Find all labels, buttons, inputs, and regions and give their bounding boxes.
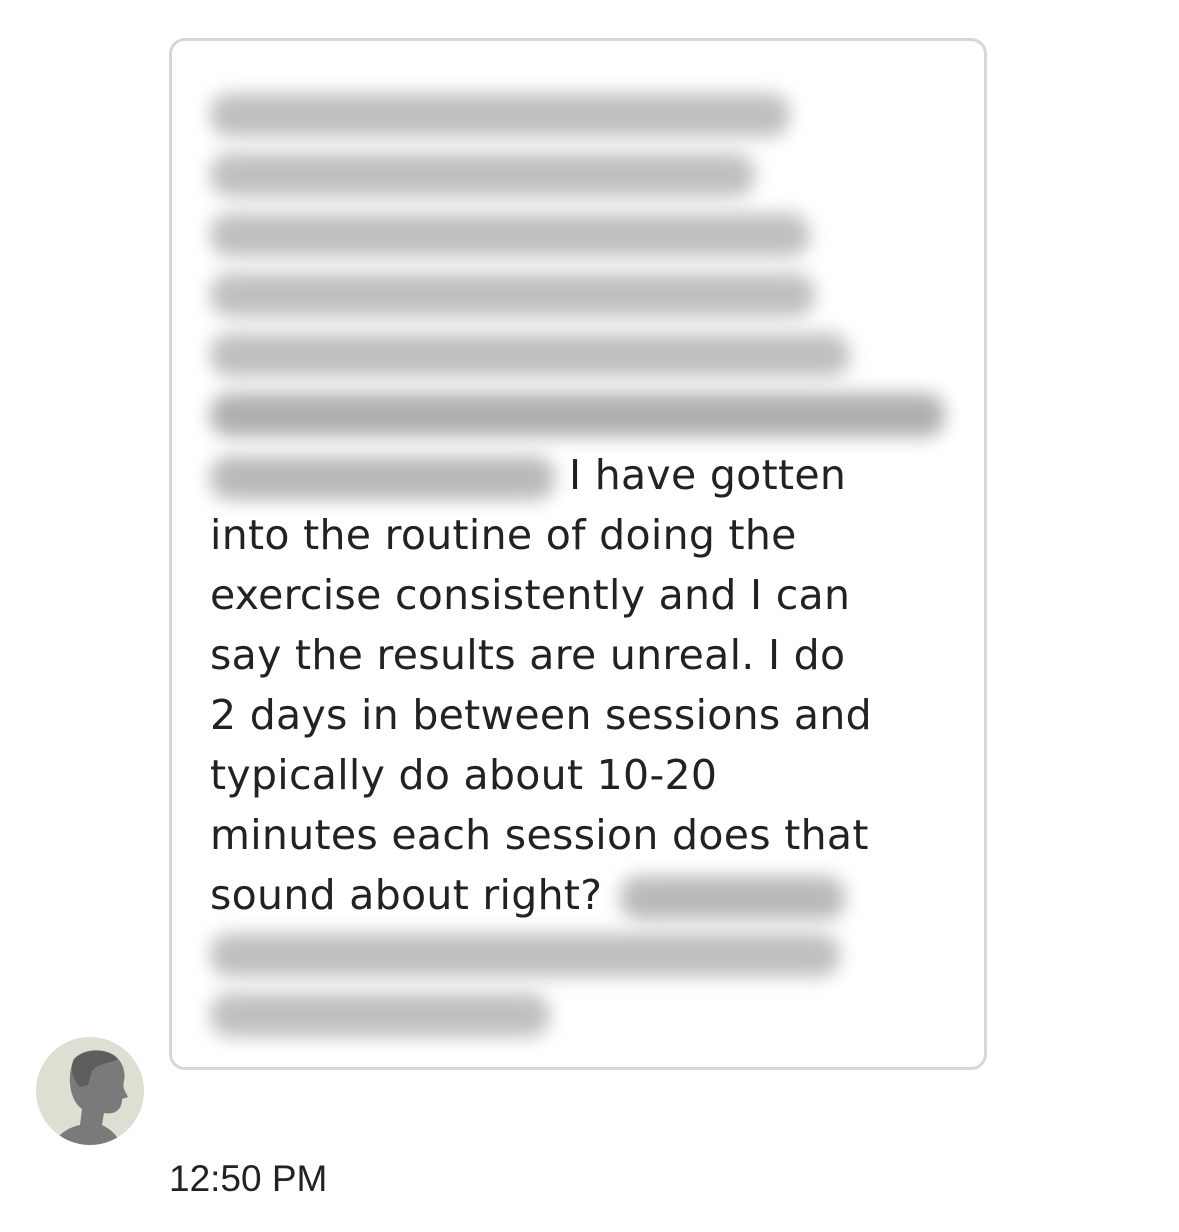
- message-text: I have gotten into the routine of doing …: [210, 85, 955, 1045]
- message-bubble: I have gotten into the routine of doing …: [169, 38, 987, 1070]
- redacted-text-tail: [620, 876, 846, 920]
- message-line-1: I have gotten: [569, 451, 847, 499]
- message-line-8: sound about right?: [210, 871, 603, 919]
- message-line-3: exercise consistently and I can: [210, 571, 851, 619]
- message-timestamp: 12:50 PM: [169, 1158, 328, 1199]
- avatar[interactable]: [36, 1037, 144, 1145]
- redacted-text-inline: [210, 456, 555, 500]
- person-silhouette-icon: [54, 1050, 128, 1145]
- message-line-2: into the routine of doing the: [210, 511, 797, 559]
- message-line-5: 2 days in between sessions and: [210, 691, 872, 739]
- message-line-4: say the results are unreal. I do: [210, 631, 846, 679]
- message-line-6: typically do about 10-20: [210, 751, 718, 799]
- redacted-text-top: [210, 85, 955, 445]
- message-line-7: minutes each session does that: [210, 811, 869, 859]
- redacted-text-bottom: [210, 925, 955, 1045]
